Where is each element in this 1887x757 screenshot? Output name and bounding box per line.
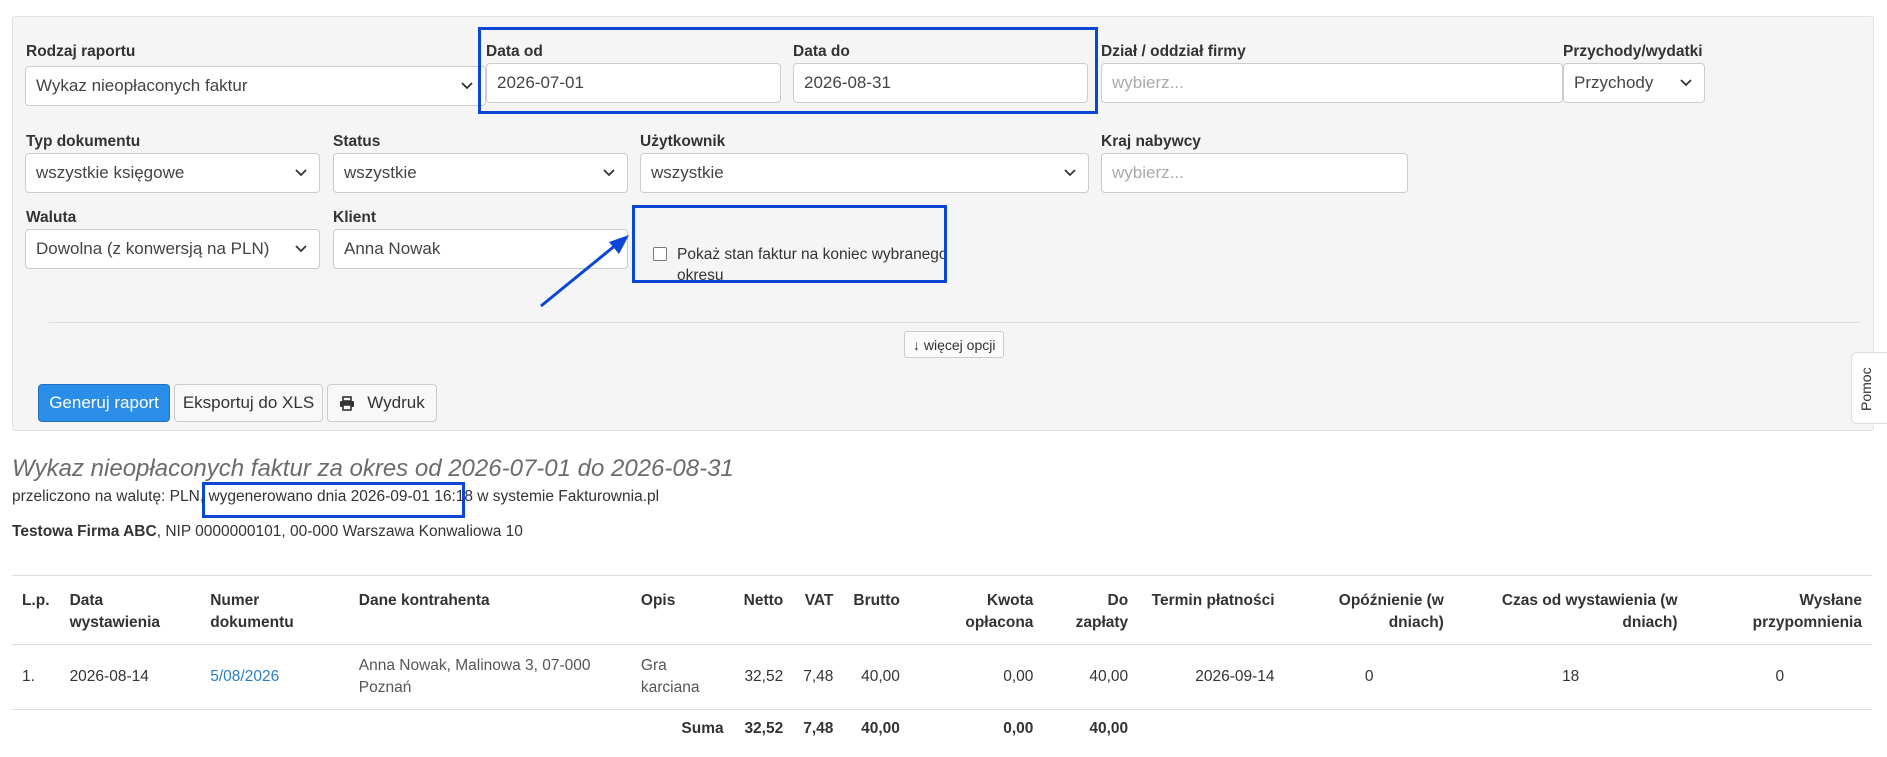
cell-net: 32,52 [733,644,794,710]
cell-date: 2026-08-14 [59,644,201,710]
col-paid[interactable]: Kwota opłacona [909,575,1044,645]
generate-report-button[interactable]: Generuj raport [38,384,170,422]
report-type-label: Rodzaj raportu [26,43,136,60]
cell-gross: 40,00 [843,644,910,710]
table-header-row: L.p. Data wystawienia Numer dokumentu Da… [12,575,1872,645]
col-net[interactable]: Netto [733,575,794,645]
cell-description: Gra karciana [630,644,734,710]
date-range-highlight [478,27,1098,114]
currency-label: Waluta [26,209,77,226]
generated-date-text: wygenerowano dnia 2026-09-01 16:18 [208,488,473,505]
company-details: , NIP 0000000101, 00-000 Warszawa Konwal… [156,523,523,540]
company-info: Testowa Firma ABC, NIP 0000000101, 00-00… [12,523,523,541]
annotation-arrow-icon [540,235,629,308]
cell-reminders: 0 [1687,644,1872,710]
company-name: Testowa Firma ABC [12,523,157,540]
col-lp[interactable]: L.p. [12,575,60,645]
sum-gross: 40,00 [843,709,910,750]
cell-contractor: Anna Nowak, Malinowa 3, 07-000 Poznań [348,644,631,710]
checkbox-highlight [632,205,947,283]
sum-net: 32,52 [733,709,794,750]
export-xls-button[interactable]: Eksportuj do XLS [174,384,323,422]
chevron-down-icon [1062,165,1078,181]
divider [49,322,1859,323]
col-due[interactable]: Do zapłaty [1043,575,1139,645]
doc-type-select[interactable]: wszystkie księgowe [25,153,320,193]
col-contractor[interactable]: Dane kontrahenta [348,575,631,645]
chevron-down-icon [1678,75,1694,91]
department-label: Dział / oddział firmy [1101,43,1246,60]
sum-due: 40,00 [1043,709,1139,750]
sum-paid: 0,00 [909,709,1044,750]
more-options-button[interactable]: ↓ więcej opcji [904,331,1005,358]
col-number[interactable]: Numer dokumentu [200,575,349,645]
col-gross[interactable]: Brutto [843,575,910,645]
sum-row: Suma 32,52 7,48 40,00 0,00 40,00 [12,709,1872,750]
print-button[interactable]: Wydruk [327,384,437,422]
client-label: Klient [333,209,377,226]
chevron-down-icon [293,165,309,181]
col-reminders[interactable]: Wysłane przypomnienia [1687,575,1872,645]
cell-delay: 0 [1284,644,1454,710]
report-type-select[interactable]: Wykaz nieopłaconych faktur [25,66,486,106]
print-button-label: Wydruk [367,393,425,412]
document-number-link[interactable]: 5/08/2026 [210,668,279,685]
income-expense-label: Przychody/wydatki [1563,43,1703,60]
sum-vat: 7,48 [793,709,844,750]
col-description[interactable]: Opis [630,575,734,645]
cell-vat: 7,48 [793,644,844,710]
user-label: Użytkownik [640,133,726,150]
income-expense-select[interactable]: Przychody [1563,63,1705,103]
doc-type-label: Typ dokumentu [26,133,141,150]
chevron-down-icon [293,241,309,257]
cell-paid: 0,00 [909,644,1044,710]
status-label: Status [333,133,381,150]
col-date[interactable]: Data wystawienia [59,575,201,645]
buyer-country-label: Kraj nabywcy [1101,133,1201,150]
report-subtitle: przeliczono na walutę: PLN, wygenerowano… [12,488,660,505]
help-tab[interactable]: Pomoc [1851,352,1887,424]
table-row: 1. 2026-08-14 5/08/2026 Anna Nowak, Mali… [12,644,1872,710]
department-input[interactable]: wybierz... [1101,63,1563,103]
chevron-down-icon [459,78,475,94]
user-select[interactable]: wszystkie [640,153,1089,193]
report-table: L.p. Data wystawienia Numer dokumentu Da… [12,575,1872,750]
col-vat[interactable]: VAT [793,575,844,645]
col-term[interactable]: Termin płatności [1138,575,1285,645]
buyer-country-input[interactable]: wybierz... [1101,153,1408,193]
cell-lp: 1. [12,644,60,710]
cell-age: 18 [1453,644,1688,710]
currency-select[interactable]: Dowolna (z konwersją na PLN) [25,229,320,269]
sum-label: Suma [630,709,734,750]
col-age[interactable]: Czas od wystawienia (w dniach) [1453,575,1688,645]
status-select[interactable]: wszystkie [333,153,628,193]
cell-due: 40,00 [1043,644,1139,710]
chevron-down-icon [601,165,617,181]
col-delay[interactable]: Opóźnienie (w dniach) [1284,575,1454,645]
report-title: Wykaz nieopłaconych faktur za okres od 2… [12,455,734,482]
printer-icon [339,395,355,411]
cell-term: 2026-09-14 [1138,644,1285,710]
